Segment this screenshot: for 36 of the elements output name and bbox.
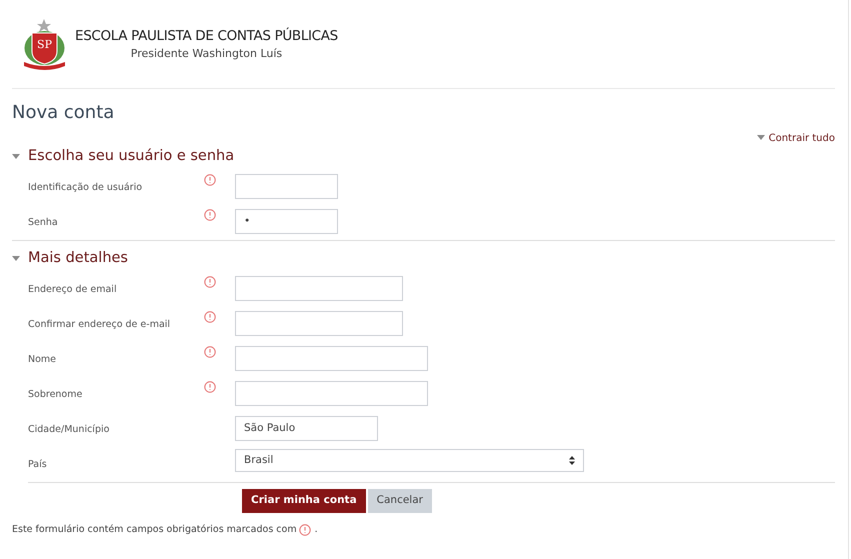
input-field[interactable]: São Paulo <box>235 416 378 440</box>
input-field[interactable] <box>235 174 338 198</box>
section-heading[interactable]: Escolha seu usuário e senha <box>28 146 234 168</box>
input-field[interactable] <box>235 276 403 300</box>
required-icon <box>204 311 216 323</box>
field-label: Endereço de email <box>28 283 117 296</box>
required-note: Este formulário contém campos obrigatórios marcados com <box>12 523 297 537</box>
sort-arrows-icon <box>569 456 575 465</box>
field-label: País <box>28 458 47 471</box>
collapse-all-link[interactable]: Contrair tudo <box>768 130 835 146</box>
create-account-button[interactable]: Criar minha conta <box>242 489 366 513</box>
field-label: Nome <box>28 353 56 366</box>
field-label: Confirmar endereço de e-mail <box>28 318 170 331</box>
input-field[interactable] <box>235 380 428 406</box>
required-icon <box>204 381 216 393</box>
coat-of-arms-logo: SP <box>22 18 67 70</box>
required-icon <box>204 174 216 186</box>
caret-icon <box>756 135 765 141</box>
input-field[interactable]: • <box>235 208 338 234</box>
school-name: ESCOLA PAULISTA DE CONTAS PÚBLICAS <box>75 26 338 46</box>
input-field[interactable] <box>235 346 428 370</box>
field-label: Senha <box>28 216 58 229</box>
school-subtitle: Presidente Washington Luís <box>130 46 282 62</box>
country-select[interactable]: Brasil <box>235 449 584 472</box>
required-icon <box>204 209 216 221</box>
required-icon <box>204 276 216 288</box>
required-icon <box>204 346 216 358</box>
section-heading[interactable]: Mais detalhes <box>28 248 128 270</box>
input-field[interactable] <box>235 310 403 336</box>
field-label: Cidade/Município <box>28 423 110 436</box>
required-note-end: . <box>314 523 318 537</box>
required-icon <box>298 524 311 536</box>
page-title: Nova conta <box>12 101 116 125</box>
field-label: Sobrenome <box>28 388 82 401</box>
field-label: Identificação de usuário <box>28 181 142 194</box>
cancel-button[interactable]: Cancelar <box>368 489 432 513</box>
